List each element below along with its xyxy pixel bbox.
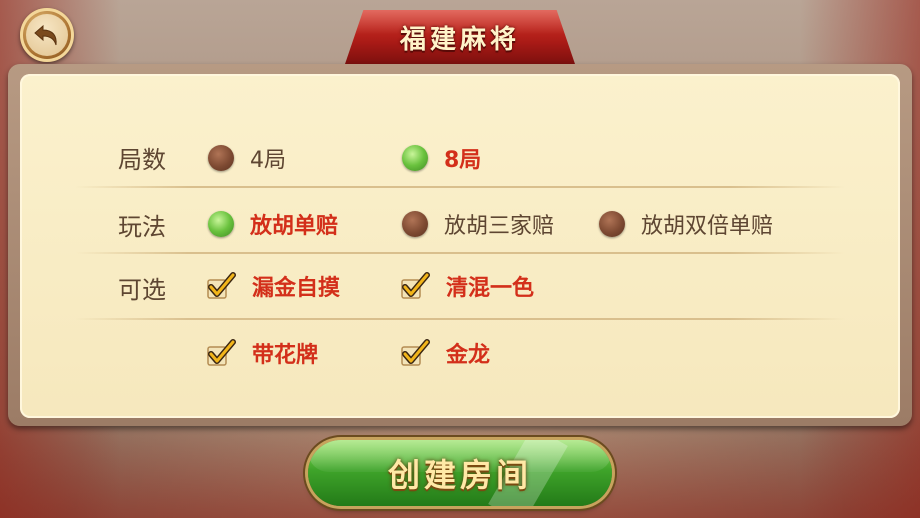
checkmark-icon (401, 272, 430, 299)
row-label-optional: 可选 (118, 276, 166, 304)
option-optional-flower-tiles[interactable]: 带花牌 (206, 337, 318, 369)
option-optional-leak-gold[interactable]: 漏金自摸 (206, 270, 340, 302)
row-label-rounds: 局数 (118, 146, 166, 174)
back-button[interactable] (20, 8, 74, 62)
radio-unselected-icon (599, 211, 625, 237)
radio-selected-icon (208, 211, 234, 237)
radio-selected-icon (402, 145, 428, 171)
option-label: 漏金自摸 (252, 276, 341, 301)
option-label: 放胡三家赔 (444, 214, 555, 239)
option-label: 放胡单赔 (250, 214, 339, 239)
option-play-three-pay[interactable]: 放胡三家赔 (402, 208, 554, 240)
row-divider (75, 186, 845, 188)
row-divider (75, 252, 845, 254)
row-divider (75, 318, 845, 320)
option-label: 8局 (444, 148, 482, 173)
checkmark-icon (207, 339, 236, 366)
radio-unselected-icon (402, 211, 428, 237)
create-room-label: 创建房间 (387, 456, 532, 494)
option-rounds-4[interactable]: 4局 (208, 142, 286, 174)
page-title: 福建麻将 (399, 24, 520, 55)
option-play-double-single-pay[interactable]: 放胡双倍单赔 (599, 208, 773, 240)
option-label: 金龙 (446, 343, 491, 368)
create-room-button[interactable]: 创建房间 (308, 440, 612, 506)
radio-unselected-icon (208, 145, 234, 171)
option-label: 4局 (250, 148, 286, 173)
option-label: 带花牌 (252, 343, 319, 368)
option-optional-pure-mixed[interactable]: 清混一色 (400, 270, 534, 302)
checkmark-icon (207, 272, 236, 299)
back-arrow-icon (34, 24, 57, 46)
back-button-face (26, 14, 68, 56)
option-optional-golden-dragon[interactable]: 金龙 (400, 337, 490, 369)
option-label: 放胡双倍单赔 (641, 214, 774, 239)
row-label-play-mode: 玩法 (118, 213, 166, 241)
option-label: 清混一色 (446, 276, 535, 301)
title-tab: 福建麻将 (345, 10, 575, 64)
checkmark-icon (401, 339, 430, 366)
option-play-single-pay[interactable]: 放胡单赔 (208, 208, 338, 240)
option-rounds-8[interactable]: 8局 (402, 142, 481, 174)
